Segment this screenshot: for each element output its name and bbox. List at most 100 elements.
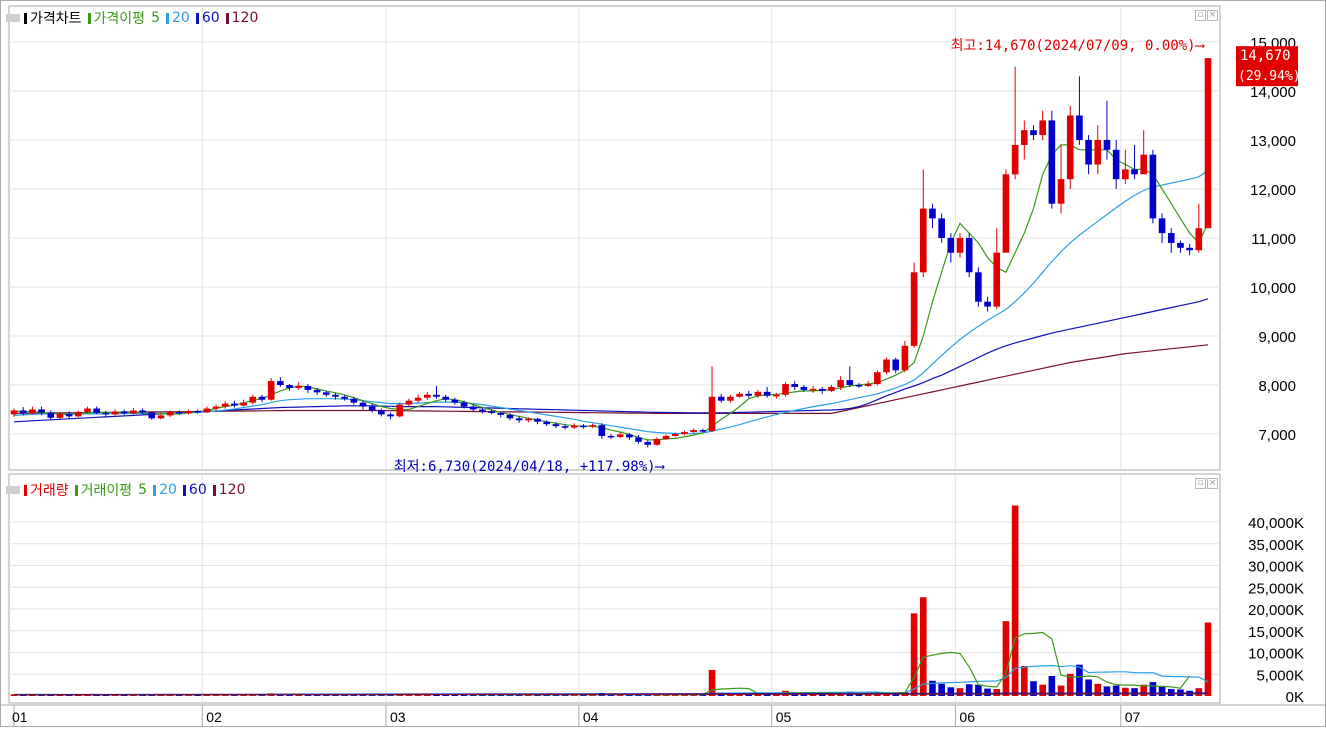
price-ma20-label[interactable]: 20 (172, 10, 190, 26)
minimize-icon[interactable]: ▫ (1195, 10, 1206, 21)
minimize-icon[interactable]: ▫ (1195, 478, 1206, 489)
candle-body (846, 380, 854, 385)
price-ma120-label[interactable]: 120 (232, 10, 259, 26)
candle-body (699, 430, 707, 432)
series-marker-icon (24, 484, 27, 496)
close-icon[interactable]: × (1207, 10, 1218, 21)
candle-body (736, 393, 743, 397)
candle-body (534, 418, 541, 422)
candle-body (497, 412, 505, 415)
candle-body (984, 301, 991, 307)
candle-body (341, 396, 348, 399)
candle-body (442, 396, 449, 400)
candle-body (1066, 115, 1074, 180)
candle-body (1195, 228, 1203, 251)
candle-body (120, 411, 128, 414)
panel-handle-icon[interactable] (6, 14, 20, 22)
candle-body (1149, 154, 1157, 219)
volume-chart-label[interactable]: 거래량 (30, 480, 69, 500)
price-ma5-label[interactable]: 5 (151, 10, 160, 26)
volume-bar (1002, 621, 1010, 696)
candle-body (874, 372, 881, 385)
volume-bar (947, 687, 955, 696)
candle-body (240, 402, 247, 406)
candle-body (1112, 149, 1120, 180)
volume-ma-label[interactable]: 거래이평 (81, 480, 133, 500)
candle-body (598, 425, 606, 436)
candle-body (1140, 154, 1148, 175)
candle-body (616, 434, 624, 437)
price-legend: 가격차트 가격이평 5 20 60 120 (6, 8, 258, 28)
candle-body (451, 399, 459, 403)
candle-body (387, 414, 394, 417)
candle-body (139, 410, 146, 413)
volume-bar (1131, 688, 1138, 696)
last-price-change: (29.94%) (1238, 69, 1301, 84)
x-tick-label: 07 (1125, 709, 1141, 725)
candle-body (221, 403, 229, 407)
ma-marker-icon (212, 484, 216, 496)
close-icon[interactable]: × (1207, 478, 1218, 489)
ma-marker-icon (182, 484, 186, 496)
candle-body (644, 441, 652, 445)
price-axis-label: 11,000 (1251, 231, 1296, 248)
candle-body (249, 396, 257, 403)
candle-body (295, 385, 303, 388)
volume-axis-label: 30,000K (1248, 559, 1304, 576)
candle-body (1186, 247, 1193, 251)
candle-body (102, 412, 110, 415)
candle-body (671, 434, 679, 436)
candle-body (855, 385, 863, 387)
price-chart-label[interactable]: 가격차트 (30, 8, 82, 28)
price-ma-label[interactable]: 가격이평 (94, 8, 146, 28)
ma-marker-icon (87, 12, 91, 24)
candle-body (157, 415, 165, 419)
candle-body (892, 359, 900, 371)
high-price-annotation: 최고:14,670(2024/07/09, 0.00%)⟶ (951, 38, 1206, 54)
candle-body (111, 411, 119, 415)
candle-body (396, 404, 404, 417)
candle (1149, 149, 1157, 224)
candle-body (332, 394, 339, 397)
candle-body (910, 272, 918, 346)
volume-axis-label: 35,000K (1248, 537, 1304, 554)
price-ma60-label[interactable]: 60 (202, 10, 220, 26)
volume-bar (993, 689, 1001, 696)
candle-body (975, 272, 982, 302)
x-tick-label: 05 (776, 709, 792, 725)
candle-body (561, 426, 569, 428)
candle-body (378, 410, 385, 415)
volume-ma120-label[interactable]: 120 (219, 482, 246, 498)
candle-body (525, 418, 532, 421)
candle (1204, 58, 1212, 229)
candle-body (65, 413, 73, 417)
candle-body (818, 388, 826, 391)
candle (883, 357, 890, 375)
price-axis-label: 10,000 (1250, 280, 1296, 297)
candle-body (653, 438, 661, 445)
price-axis-label: 7,000 (1258, 427, 1296, 444)
series-marker-icon (24, 12, 27, 24)
price-axis-label: 9,000 (1258, 329, 1296, 346)
x-tick-label: 01 (12, 709, 28, 725)
volume-ma20-label[interactable]: 20 (159, 482, 177, 498)
volume-axis-label: 20,000K (1248, 602, 1304, 619)
volume-bar (708, 669, 716, 696)
candle-body (29, 409, 36, 414)
volume-ma5-label[interactable]: 5 (138, 482, 147, 498)
volume-bar (1103, 686, 1111, 696)
candle-body (469, 406, 477, 410)
candle-body (130, 410, 137, 414)
volume-axis-label: 5,000K (1256, 667, 1304, 684)
candle (910, 262, 918, 348)
volume-ma60-label[interactable]: 60 (189, 482, 207, 498)
panel-handle-icon[interactable] (6, 486, 20, 494)
candle-body (635, 437, 642, 442)
volume-bar (984, 688, 991, 696)
candle-body (19, 410, 27, 414)
volume-bar (919, 597, 927, 696)
candle-body (258, 396, 266, 400)
candle (975, 267, 982, 307)
candle-body (800, 386, 808, 390)
candle-body (479, 409, 486, 412)
